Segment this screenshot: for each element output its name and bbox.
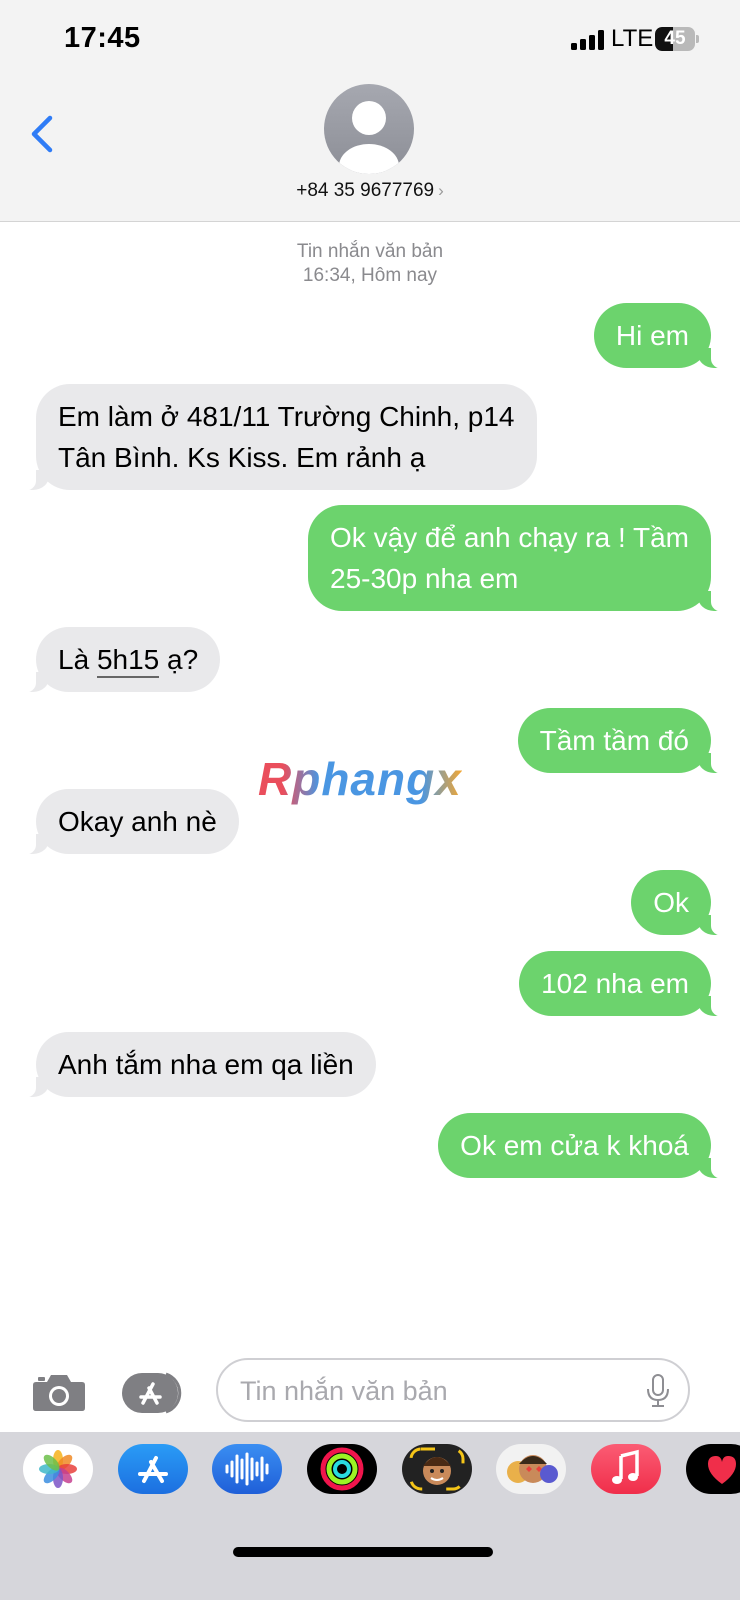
message-bubble-sent[interactable]: Tầm tầm đó: [517, 708, 739, 774]
chevron-right-icon: ›: [438, 181, 444, 200]
message-text-line: Em làm ở 481/11 Trường Chinh, p14: [58, 401, 515, 432]
message-bubble-received[interactable]: Anh tắm nha em qa liền: [9, 1032, 376, 1098]
message-text-line: Tân Bình. Ks Kiss. Em rảnh ạ: [58, 442, 426, 473]
message-text: ạ?: [159, 644, 199, 675]
message-text: Ok: [653, 887, 689, 918]
person-silhouette-icon: [339, 101, 399, 174]
message-bubble-received[interactable]: Em làm ở 481/11 Trường Chinh, p14 Tân Bì…: [9, 384, 537, 491]
message-bubble-sent[interactable]: Ok vậy để anh chạy ra ! Tầm 25-30p nha e…: [308, 505, 738, 612]
message-type-label: Tin nhắn văn bản: [296, 241, 444, 262]
status-bar: 17:45 LTE 45: [0, 0, 740, 80]
message-timestamp: 16:34, Hôm nay: [302, 265, 438, 286]
message-bubble-sent[interactable]: Hi em: [593, 303, 739, 369]
app-store-apps-icon[interactable]: [122, 1372, 186, 1414]
contact-avatar[interactable]: [324, 84, 414, 174]
time-detected-link[interactable]: 5h15: [96, 644, 160, 678]
cellular-signal-icon: [571, 30, 604, 50]
message-text: Hi em: [615, 320, 689, 351]
camera-icon[interactable]: [32, 1372, 86, 1412]
network-type: LTE: [611, 25, 654, 52]
music-icon[interactable]: [591, 1444, 661, 1494]
message-bubble-sent[interactable]: Ok: [631, 870, 738, 936]
message-text: Anh tắm nha em qa liền: [58, 1049, 354, 1080]
audio-message-icon[interactable]: [212, 1444, 282, 1494]
message-bubble-received[interactable]: Okay anh nè: [9, 789, 239, 855]
contact-name-button[interactable]: +84 35 9677769 ›: [0, 180, 740, 202]
microphone-icon[interactable]: [646, 1374, 670, 1408]
message-text: Ok em cửa k khoá: [460, 1130, 689, 1161]
message-input[interactable]: Tin nhắn văn bản: [216, 1358, 690, 1422]
back-chevron-icon[interactable]: [26, 110, 60, 158]
digital-touch-icon[interactable]: [686, 1444, 740, 1494]
message-text: Okay anh nè: [58, 806, 217, 837]
imessage-app-drawer: [0, 1432, 740, 1600]
message-bubble-sent[interactable]: 102 nha em: [519, 951, 738, 1017]
watermark: Rphangx: [258, 753, 462, 805]
app-store-icon[interactable]: [118, 1444, 188, 1494]
message-text: 102 nha em: [541, 968, 689, 999]
battery-icon: 45: [655, 27, 699, 51]
message-text-line: Ok vậy để anh chạy ra ! Tầm: [330, 522, 689, 553]
status-time: 17:45: [64, 22, 141, 54]
conversation-header: +84 35 9677769 ›: [0, 80, 740, 222]
message-bubble-sent[interactable]: Ok em cửa k khoá: [438, 1113, 738, 1179]
home-indicator[interactable]: [233, 1547, 493, 1557]
message-input-placeholder: Tin nhắn văn bản: [240, 1376, 448, 1406]
message-text: Là: [58, 644, 97, 675]
photos-icon[interactable]: [23, 1444, 93, 1494]
battery-percentage: 45: [664, 28, 686, 49]
message-text: Tầm tầm đó: [539, 725, 689, 756]
message-bubble-received[interactable]: Là 5h15 ạ?: [8, 627, 221, 693]
animoji-stickers-icon[interactable]: [496, 1444, 566, 1494]
contact-phone-number: +84 35 9677769: [296, 180, 435, 201]
message-text-line: 25-30p nha em: [330, 563, 519, 594]
activity-icon[interactable]: [307, 1444, 377, 1494]
memoji-icon[interactable]: [402, 1444, 472, 1494]
